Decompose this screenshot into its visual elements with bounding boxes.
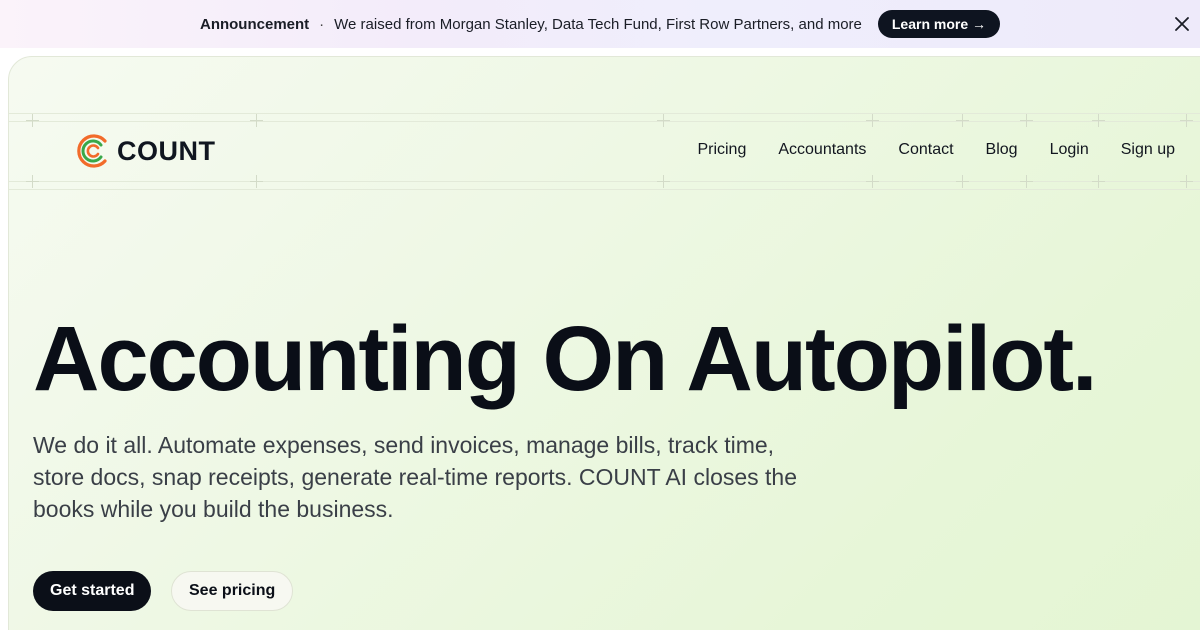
hero-subtitle: We do it all. Automate expenses, send in… [33,432,798,522]
count-logo[interactable]: COUNT [75,133,216,169]
main-nav: Pricing Accountants Contact Blog Login S… [697,141,1175,159]
grid-plus-icon [866,114,879,127]
grid-plus-icon [1020,175,1033,188]
announcement-message: We raised from Morgan Stanley, Data Tech… [334,15,862,33]
nav-blog[interactable]: Blog [986,141,1018,159]
grid-plus-icon [250,114,263,127]
count-logo-icon [77,134,107,168]
grid-plus-icon [956,114,969,127]
grid-plus-icon [26,175,39,188]
grid-plus-icon [1180,114,1193,127]
grid-plus-icon [657,175,670,188]
announcement-separator: · [319,15,325,33]
grid-plus-icon [250,175,263,188]
hero-card: COUNT Pricing Accountants Contact Blog L… [8,56,1200,630]
learn-more-button[interactable]: Learn more → [877,10,1001,38]
nav-contact[interactable]: Contact [898,141,953,159]
nav-accountants[interactable]: Accountants [778,141,866,159]
see-pricing-button[interactable]: See pricing [171,571,294,611]
grid-plus-icon [657,114,670,127]
hero-title: Accounting On Autopilot. [33,308,1098,410]
grid-plus-icon [26,114,39,127]
grid-plus-icon [1092,175,1105,188]
grid-plus-icon [1180,175,1193,188]
nav-login[interactable]: Login [1050,141,1089,159]
nav-signup[interactable]: Sign up [1121,141,1175,159]
grid-plus-icon [1092,114,1105,127]
brand-name: COUNT [117,135,216,166]
announcement-bar: Announcement · We raised from Morgan Sta… [0,0,1200,48]
grid-plus-icon [1020,114,1033,127]
grid-plus-icon [956,175,969,188]
get-started-button[interactable]: Get started [33,571,152,611]
grid-line [9,189,1200,190]
grid-plus-icon [866,175,879,188]
announcement-label: Announcement [199,15,310,33]
nav-pricing[interactable]: Pricing [697,141,746,159]
close-icon[interactable] [1170,12,1194,36]
